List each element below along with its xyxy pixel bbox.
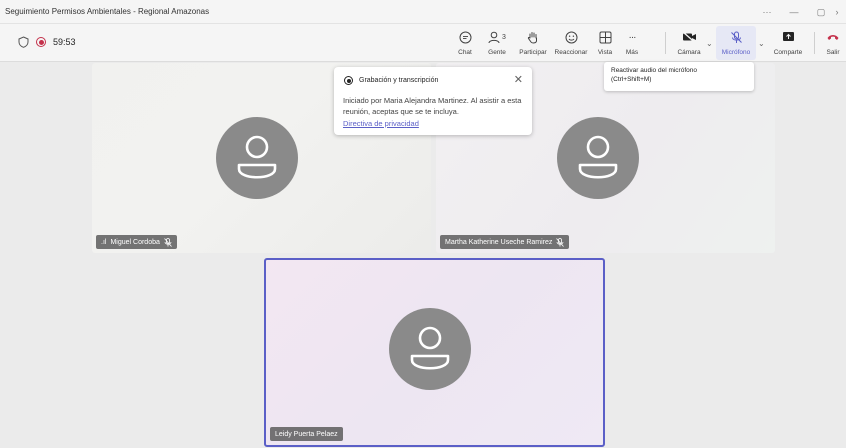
chat-button[interactable]: Chat: [452, 26, 478, 60]
recording-notification-title: Grabación y transcripción: [359, 77, 439, 84]
meeting-toolbar: 59:53 Chat 3 Gente Participar Reaccionar…: [0, 24, 846, 62]
more-label: Más: [625, 49, 639, 56]
privacy-policy-link[interactable]: Directiva de privacidad: [343, 119, 419, 128]
avatar: [216, 117, 298, 199]
camera-button[interactable]: Cámara: [675, 26, 703, 60]
participant-nameplate: .ıl Miguel Cordoba: [96, 235, 177, 249]
raise-hand-label: Participar: [519, 49, 547, 56]
share-screen-icon: [782, 28, 795, 46]
person-icon: [410, 326, 450, 370]
smiley-icon: [565, 28, 578, 46]
toolbar-divider: [665, 32, 666, 54]
react-button[interactable]: Reaccionar: [553, 26, 589, 60]
close-icon[interactable]: ✕: [514, 73, 523, 86]
people-count: 3: [502, 33, 506, 41]
window-title: Seguimiento Permisos Ambientales - Regio…: [5, 7, 210, 16]
recording-icon: [344, 76, 353, 85]
recording-notification-header: Grabación y transcripción: [344, 76, 438, 85]
chat-label: Chat: [458, 49, 472, 56]
share-label: Comparte: [773, 49, 803, 56]
meeting-timer: 59:53: [53, 37, 76, 47]
person-icon: [237, 135, 277, 179]
muted-mic-icon: [556, 237, 565, 247]
microphone-button[interactable]: Micrófono: [716, 26, 756, 60]
hand-icon: [527, 28, 539, 46]
hang-up-icon: [826, 28, 840, 46]
raise-hand-button[interactable]: Participar: [516, 26, 550, 60]
window-options-button[interactable]: ···: [754, 0, 780, 24]
camera-off-icon: [682, 28, 697, 46]
tooltip-text: Reactivar audio del micrófono: [611, 67, 697, 74]
react-label: Reaccionar: [554, 49, 588, 56]
title-bar: Seguimiento Permisos Ambientales - Regio…: [0, 0, 846, 24]
participant-name: Miguel Cordoba: [110, 238, 160, 246]
meeting-status: 59:53: [18, 36, 76, 48]
signal-strength-icon: .ıl: [101, 238, 107, 246]
participant-name: Leidy Puerta Pelaez: [275, 430, 338, 438]
microphone-off-icon: [730, 28, 743, 46]
microphone-label: Micrófono: [721, 49, 751, 56]
recording-indicator-icon: [36, 37, 46, 47]
participant-name: Martha Katherine Useche Ramirez: [445, 238, 553, 246]
participant-nameplate: Leidy Puerta Pelaez: [270, 427, 343, 441]
more-icon: ···: [628, 31, 637, 43]
people-button[interactable]: 3 Gente: [480, 26, 514, 60]
chat-icon: [459, 28, 472, 46]
leave-label: Salir: [826, 49, 840, 56]
people-label: Gente: [488, 49, 506, 56]
microphone-options-chevron-icon[interactable]: ⌄: [758, 39, 765, 48]
muted-mic-icon: [164, 237, 172, 247]
tooltip-shortcut: (Ctrl+Shift+M): [611, 76, 652, 83]
more-button[interactable]: ··· Más: [621, 26, 643, 60]
grid-view-icon: [599, 28, 612, 46]
share-button[interactable]: Comparte: [770, 26, 806, 60]
view-button[interactable]: Vista: [593, 26, 617, 60]
avatar: [557, 117, 639, 199]
overflow-chevron-button[interactable]: ›: [828, 0, 846, 24]
avatar: [389, 308, 471, 390]
participant-tile-active-speaker[interactable]: Leidy Puerta Pelaez: [264, 258, 605, 447]
shield-icon[interactable]: [18, 36, 29, 48]
view-label: Vista: [597, 49, 613, 56]
people-icon: 3: [488, 28, 506, 46]
minimize-button[interactable]: —: [781, 0, 807, 24]
recording-notification: Grabación y transcripción ✕ Iniciado por…: [334, 67, 532, 135]
person-icon: [578, 135, 618, 179]
leave-button[interactable]: Salir: [822, 26, 844, 60]
camera-options-chevron-icon[interactable]: ⌄: [706, 39, 713, 48]
microphone-tooltip: Reactivar audio del micrófono (Ctrl+Shif…: [604, 62, 754, 91]
camera-label: Cámara: [677, 49, 701, 56]
participant-nameplate: Martha Katherine Useche Ramirez: [440, 235, 570, 249]
recording-notification-body: Iniciado por Maria Alejandra Martinez. A…: [343, 96, 522, 116]
toolbar-divider: [814, 32, 815, 54]
